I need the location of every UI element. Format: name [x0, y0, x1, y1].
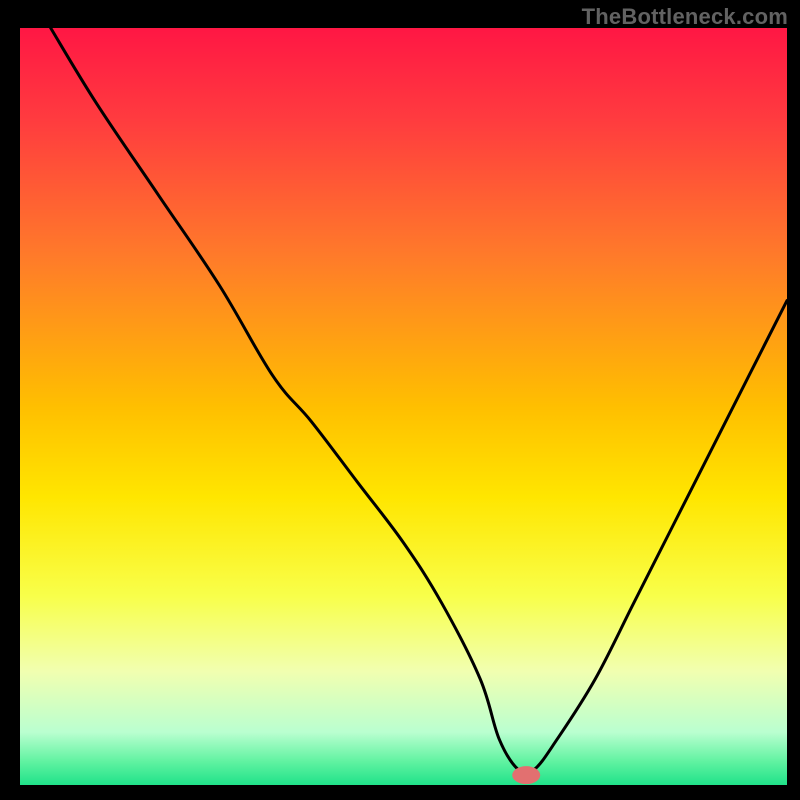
- watermark-label: TheBottleneck.com: [582, 4, 788, 30]
- gradient-background: [20, 28, 787, 785]
- optimal-marker: [512, 766, 540, 784]
- chart-frame: TheBottleneck.com: [0, 0, 800, 800]
- bottleneck-chart: [0, 0, 800, 800]
